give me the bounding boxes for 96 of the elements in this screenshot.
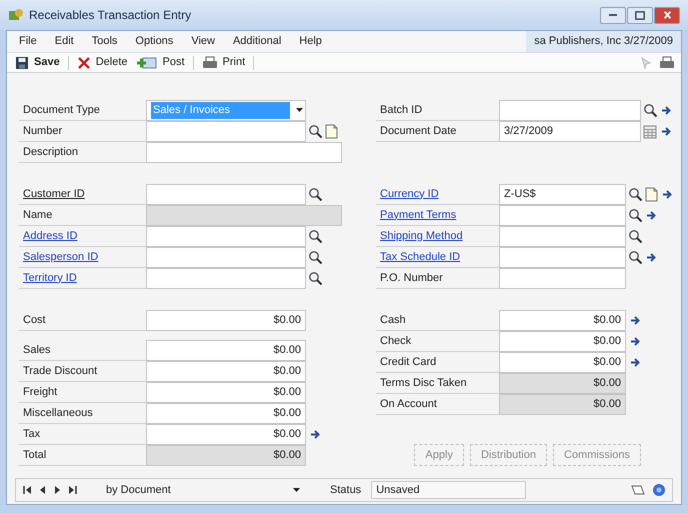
field-link[interactable]: Shipping Method	[380, 228, 463, 244]
input-field[interactable]	[499, 247, 626, 268]
search-icon[interactable]	[642, 102, 658, 119]
menu-item[interactable]: Help	[299, 33, 322, 50]
input-field[interactable]: $0.00	[146, 382, 306, 403]
field-label: Check	[380, 334, 412, 349]
minimize-icon	[609, 14, 617, 16]
input-field[interactable]: $0.00	[499, 310, 626, 331]
input-field[interactable]: $0.00	[146, 403, 306, 424]
minimize-button[interactable]	[600, 6, 626, 24]
field-link[interactable]: Payment Terms	[380, 206, 456, 224]
field-link[interactable]: Territory ID	[23, 270, 77, 286]
input-field[interactable]	[146, 142, 342, 163]
field-label: Description	[23, 144, 78, 160]
field-link[interactable]: Address ID	[23, 228, 78, 244]
field-label: Tax	[23, 426, 40, 442]
sort-dropdown[interactable]: by Document	[106, 482, 306, 498]
app-icon	[8, 8, 24, 22]
input-field[interactable]	[146, 268, 306, 289]
field-label: Miscellaneous	[23, 406, 93, 421]
printer-icon	[202, 56, 218, 70]
field-label: Trade Discount	[23, 364, 98, 379]
search-icon[interactable]	[627, 186, 643, 203]
input-field[interactable]: $0.00	[146, 424, 306, 445]
close-button[interactable]	[654, 6, 680, 24]
toolbar-button[interactable]: Delete	[72, 54, 132, 72]
input-field[interactable]: $0.00	[499, 394, 626, 415]
field-label: Number	[23, 124, 62, 139]
menu-item[interactable]: File	[19, 33, 37, 50]
status-label: Status	[330, 482, 362, 498]
field-label: Terms Disc Taken	[380, 376, 467, 391]
maximize-button[interactable]	[627, 6, 653, 24]
input-field[interactable]: $0.00	[499, 331, 626, 352]
input-field[interactable]	[146, 184, 306, 205]
field-label: Sales	[23, 342, 51, 358]
field-label: P.O. Number	[380, 270, 443, 286]
printer-icon[interactable]	[659, 56, 675, 70]
input-field[interactable]: $0.00	[146, 361, 306, 382]
help-icon[interactable]	[652, 483, 666, 497]
input-field[interactable]: $0.00	[499, 373, 626, 394]
field-label: Document Type	[23, 102, 100, 118]
input-field[interactable]: $0.00	[146, 445, 306, 466]
search-icon[interactable]	[627, 207, 643, 224]
field-label: Customer ID	[23, 186, 85, 202]
status-field: Unsaved	[371, 481, 526, 499]
menu-item[interactable]: Edit	[54, 33, 74, 50]
toolbar-button[interactable]: Print	[198, 54, 250, 72]
field-label: Freight	[23, 384, 58, 400]
field-label: Credit Card	[380, 354, 436, 370]
input-field[interactable]	[146, 121, 306, 142]
input-field[interactable]	[146, 247, 306, 268]
menu-item[interactable]: Tools	[92, 33, 118, 50]
field-label: Total	[23, 448, 46, 463]
save-icon	[15, 56, 29, 70]
field-link[interactable]: Tax Schedule ID	[380, 248, 460, 266]
user-info: sa Publishers, Inc 3/27/2009	[526, 31, 681, 52]
input-field[interactable]	[146, 205, 342, 226]
search-icon[interactable]	[627, 228, 643, 245]
field-label: Batch ID	[380, 102, 422, 118]
menu-item[interactable]: Options	[135, 33, 174, 50]
skip-icon[interactable]	[67, 484, 78, 496]
field-label: Cost	[23, 312, 46, 328]
field-label: Document Date	[380, 124, 456, 139]
input-field[interactable]	[499, 100, 641, 121]
window-title: Receivables Transaction Entry	[29, 7, 192, 24]
input-field[interactable]: 3/27/2009	[499, 121, 641, 142]
input-field[interactable]: $0.00	[146, 340, 306, 361]
skip-icon[interactable]	[22, 484, 33, 496]
menu-item[interactable]: View	[191, 33, 215, 50]
caret-icon	[296, 108, 303, 113]
input-field[interactable]	[499, 226, 626, 247]
search-icon[interactable]	[307, 186, 323, 203]
toolbar-button[interactable]: Post	[132, 54, 189, 72]
field-label: Cash	[380, 312, 406, 328]
input-field[interactable]	[499, 268, 626, 289]
field-link[interactable]: Salesperson ID	[23, 248, 98, 266]
field-link[interactable]: Currency ID	[380, 186, 439, 202]
search-icon[interactable]	[307, 249, 323, 266]
input-field[interactable]	[499, 205, 626, 226]
search-icon[interactable]	[307, 228, 323, 245]
input-field[interactable]: $0.00	[499, 352, 626, 373]
post-icon	[136, 56, 158, 70]
input-field[interactable]	[146, 226, 306, 247]
field-label: On Account	[380, 396, 437, 412]
close-icon	[664, 11, 670, 19]
maximize-icon	[635, 10, 645, 20]
caret-icon	[293, 488, 300, 492]
field-label: Name	[23, 208, 52, 223]
menu-item[interactable]: Additional	[232, 33, 282, 50]
search-icon[interactable]	[307, 123, 323, 140]
search-icon[interactable]	[307, 270, 323, 287]
input-field[interactable]: $0.00	[146, 310, 306, 331]
search-icon[interactable]	[627, 249, 643, 266]
input-field[interactable]: Z-US$	[499, 184, 626, 205]
close-icon	[76, 56, 91, 70]
toolbar-button[interactable]: Save	[11, 54, 64, 72]
